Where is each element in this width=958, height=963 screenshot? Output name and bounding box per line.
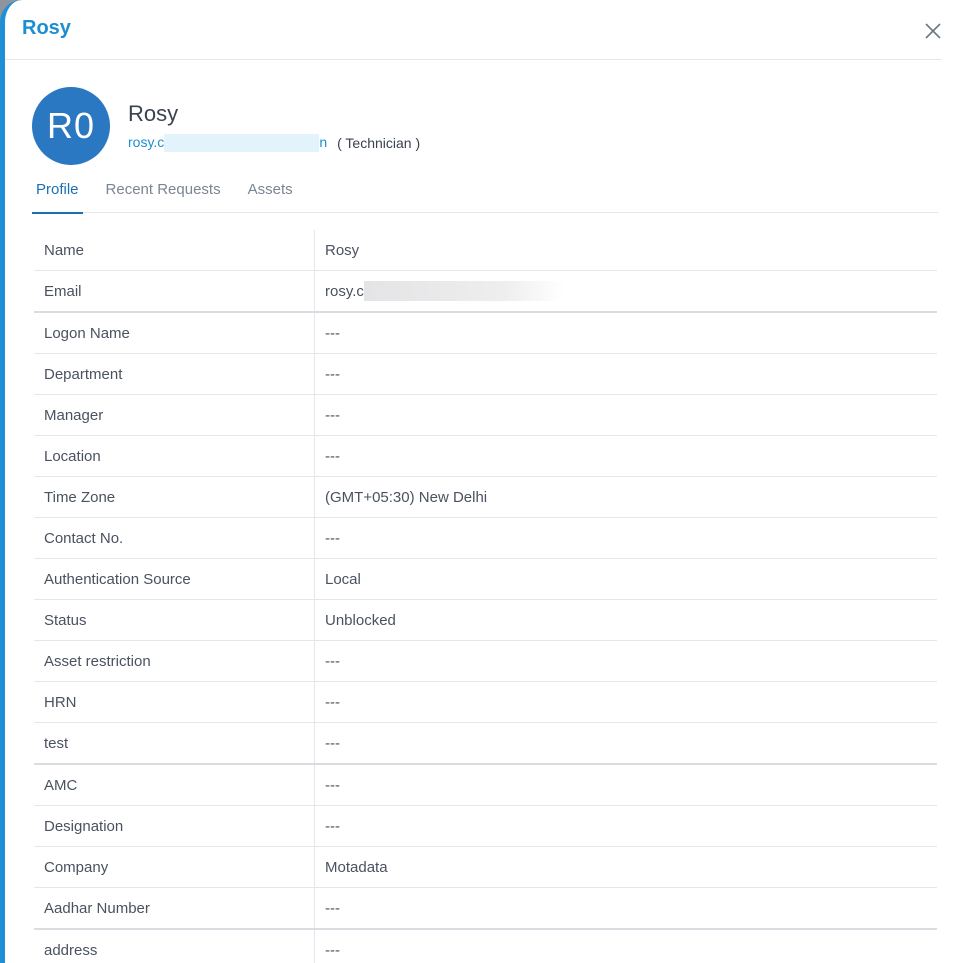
table-row: Authentication Source Local: [34, 559, 937, 600]
field-label: Email: [34, 271, 315, 311]
table-row: Manager ---: [34, 395, 937, 436]
field-value: Motadata: [325, 858, 388, 876]
field-label: Department: [34, 354, 315, 394]
tab-profile[interactable]: Profile: [32, 170, 83, 214]
table-row: Email rosy.c: [34, 271, 937, 313]
table-row: Status Unblocked: [34, 600, 937, 641]
table-row: Location ---: [34, 436, 937, 477]
field-value: ---: [325, 776, 340, 794]
avatar: R0: [32, 87, 110, 165]
user-role: ( Technician ): [337, 135, 421, 152]
tab-assets[interactable]: Assets: [244, 170, 297, 212]
table-row: HRN ---: [34, 682, 937, 723]
email-visible-part: rosy.c: [325, 282, 364, 300]
table-row: AMC ---: [34, 765, 937, 806]
field-label: Company: [34, 847, 315, 887]
field-label: HRN: [34, 682, 315, 722]
table-row: Aadhar Number ---: [34, 888, 937, 930]
drawer-header: Rosy: [5, 0, 942, 60]
field-value: ---: [325, 447, 340, 465]
field-value: Rosy: [325, 241, 360, 259]
field-value: ---: [325, 652, 340, 670]
close-icon[interactable]: [922, 20, 944, 42]
profile-fields-table: Name Rosy Email rosy.c Logon Name --- De…: [34, 230, 937, 963]
field-label: test: [34, 723, 315, 763]
table-row: Company Motadata: [34, 847, 937, 888]
profile-summary: R0 Rosy rosy.c n ( Technician ): [32, 87, 942, 167]
field-value: ---: [325, 734, 340, 752]
field-value: ---: [325, 817, 340, 835]
table-row: Logon Name ---: [34, 313, 937, 354]
field-label: Asset restriction: [34, 641, 315, 681]
field-value: ---: [325, 365, 340, 383]
table-row: test ---: [34, 723, 937, 765]
field-label: Manager: [34, 395, 315, 435]
user-email-link[interactable]: rosy.c n: [128, 134, 328, 153]
field-value: ---: [325, 899, 340, 917]
table-row: Time Zone (GMT+05:30) New Delhi: [34, 477, 937, 518]
table-row: Department ---: [34, 354, 937, 395]
field-value: ---: [325, 406, 340, 424]
table-row: address ---: [34, 930, 937, 963]
table-row: Designation ---: [34, 806, 937, 847]
field-value: Unblocked: [325, 611, 396, 629]
table-row: Asset restriction ---: [34, 641, 937, 682]
field-value-email: rosy.c: [315, 271, 937, 311]
user-email-prefix: rosy.c: [128, 134, 165, 150]
field-label: Authentication Source: [34, 559, 315, 599]
user-email-suffix: n: [319, 134, 328, 150]
redacted-email-part: [164, 134, 320, 153]
user-name: Rosy: [128, 101, 179, 126]
redacted-email-part: [363, 281, 564, 301]
field-label: Time Zone: [34, 477, 315, 517]
drawer-title: Rosy: [22, 17, 71, 39]
field-value: Local: [325, 570, 361, 588]
field-value: ---: [325, 529, 340, 547]
field-value: ---: [325, 693, 340, 711]
field-label: Status: [34, 600, 315, 640]
user-detail-drawer: Rosy R0 Rosy rosy.c n ( Technician ) Prof…: [0, 0, 958, 963]
field-label: Name: [34, 230, 315, 270]
table-row: Contact No. ---: [34, 518, 937, 559]
field-label: Aadhar Number: [34, 888, 315, 928]
field-value: ---: [325, 324, 340, 342]
profile-tabs: Profile Recent Requests Assets: [32, 170, 938, 214]
field-label: Contact No.: [34, 518, 315, 558]
user-subtitle: rosy.c n ( Technician ): [128, 134, 421, 153]
field-label: Logon Name: [34, 313, 315, 353]
tab-recent-requests[interactable]: Recent Requests: [102, 170, 225, 212]
field-label: AMC: [34, 765, 315, 805]
field-label: Location: [34, 436, 315, 476]
table-row: Name Rosy: [34, 230, 937, 271]
field-label: address: [34, 930, 315, 963]
field-value: (GMT+05:30) New Delhi: [325, 488, 488, 506]
field-label: Designation: [34, 806, 315, 846]
field-value: ---: [325, 941, 340, 959]
